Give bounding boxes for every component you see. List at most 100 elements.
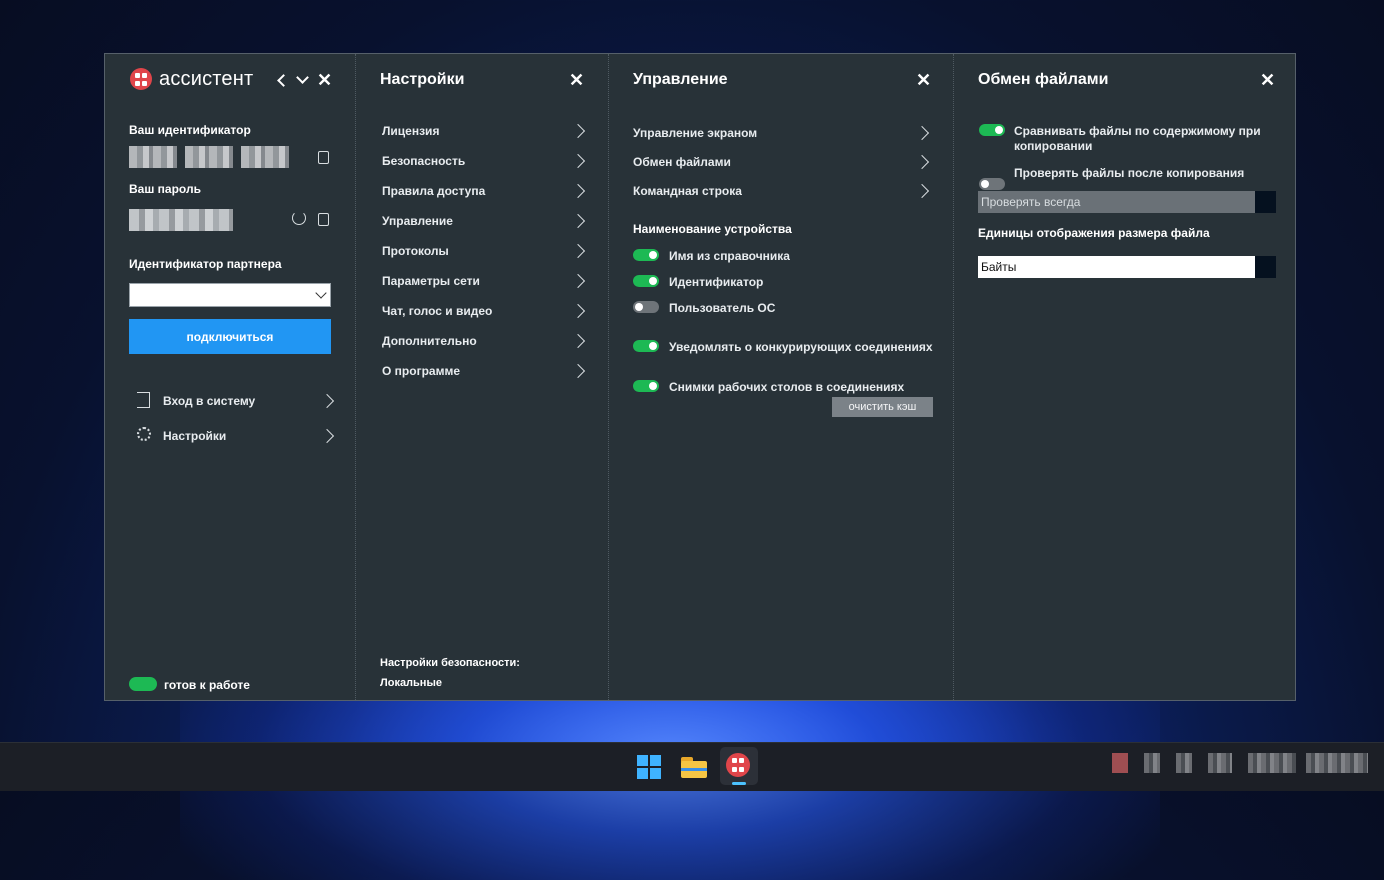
verify-files-toggle[interactable]	[979, 178, 1005, 190]
settings-item-label: Правила доступа	[382, 184, 486, 198]
compare-files-label-line1: Сравнивать файлы по содержимому при	[1014, 124, 1261, 138]
chevron-right-icon	[914, 125, 930, 141]
close-file-exchange-icon[interactable]: ✕	[1260, 71, 1275, 89]
chevron-down-icon	[315, 287, 327, 299]
device-name-toggle[interactable]	[633, 275, 659, 287]
settings-item-label: Безопасность	[382, 154, 466, 168]
device-name-toggle-label: Пользователь ОС	[669, 301, 776, 315]
settings-item-label: Протоколы	[382, 244, 449, 258]
settings-item-label: Дополнительно	[382, 334, 477, 348]
copy-id-icon[interactable]	[318, 151, 329, 164]
your-id-label: Ваш идентификатор	[129, 123, 251, 137]
settings-title: Настройки	[380, 71, 465, 88]
status-indicator	[129, 677, 157, 691]
collapse-icon[interactable]	[296, 71, 309, 84]
settings-item[interactable]: О программе	[380, 360, 590, 382]
chevron-right-icon	[570, 123, 586, 139]
settings-item[interactable]: Параметры сети	[380, 270, 590, 292]
settings-item[interactable]: Правила доступа	[380, 180, 590, 202]
copy-password-icon[interactable]	[318, 213, 329, 226]
partner-id-label: Идентификатор партнера	[129, 257, 282, 271]
snapshots-toggle[interactable]	[633, 380, 659, 392]
chevron-right-icon	[570, 153, 586, 169]
control-item[interactable]: Командная строка	[633, 180, 933, 202]
settings-item[interactable]: Дополнительно	[380, 330, 590, 352]
tray-icon-obscured[interactable]	[1208, 753, 1232, 773]
login-item[interactable]: Вход в систему	[129, 390, 339, 412]
device-name-toggle-row[interactable]: Имя из справочника	[633, 248, 933, 264]
verify-mode-select[interactable]: Проверять всегда	[978, 191, 1255, 213]
your-id-value-obscured	[241, 146, 289, 168]
device-name-toggle-row[interactable]: Пользователь ОС	[633, 300, 933, 316]
security-settings-label: Настройки безопасности:	[380, 657, 520, 669]
chevron-right-icon	[570, 243, 586, 259]
assistant-taskbar-button[interactable]	[720, 747, 758, 785]
active-indicator	[732, 782, 746, 785]
settings-item-label: Настройки	[163, 429, 227, 443]
gear-icon	[137, 427, 151, 441]
tray-icon-obscured[interactable]	[1144, 753, 1160, 773]
app-logo-icon	[130, 68, 152, 90]
partner-id-select[interactable]	[129, 283, 331, 307]
control-panel: Управление ✕ Управление экраном Обмен фай…	[608, 54, 953, 700]
snapshots-label: Снимки рабочих столов в соединениях	[669, 380, 905, 394]
your-id-value-obscured	[129, 146, 177, 168]
connect-button[interactable]: подключиться	[129, 319, 331, 354]
refresh-password-icon[interactable]	[292, 211, 306, 225]
app-brand: ассистент	[159, 68, 254, 90]
settings-item[interactable]: Безопасность	[380, 150, 590, 172]
chevron-right-icon	[319, 428, 335, 444]
clear-cache-button[interactable]: очистить кэш	[832, 397, 933, 417]
settings-item[interactable]: Чат, голос и видео	[380, 300, 590, 322]
tray-date-obscured[interactable]	[1306, 753, 1368, 773]
device-name-toggle[interactable]	[633, 249, 659, 261]
verify-mode-dropdown-icon[interactable]	[1255, 191, 1276, 213]
main-panel: ассистент ✕ Ваш идентификатор Ваш пароль…	[105, 54, 355, 700]
device-name-toggle[interactable]	[633, 301, 659, 313]
snapshots-toggle-row[interactable]: Снимки рабочих столов в соединениях	[633, 379, 933, 395]
your-password-label: Ваш пароль	[129, 182, 201, 196]
close-settings-icon[interactable]: ✕	[569, 71, 584, 89]
compare-files-toggle[interactable]	[979, 124, 1005, 136]
security-settings-value: Локальные	[380, 677, 442, 689]
control-item[interactable]: Управление экраном	[633, 122, 933, 144]
settings-item[interactable]: Протоколы	[380, 240, 590, 262]
settings-item-label: Чат, голос и видео	[382, 304, 493, 318]
settings-item[interactable]: Управление	[380, 210, 590, 232]
size-units-dropdown-icon[interactable]	[1255, 256, 1276, 278]
size-units-select[interactable]: Байты	[978, 256, 1255, 278]
settings-item-label: О программе	[382, 364, 461, 378]
tray-icon-obscured[interactable]	[1176, 753, 1192, 773]
chevron-right-icon	[570, 273, 586, 289]
settings-item-label: Лицензия	[382, 124, 440, 138]
chevron-right-icon	[570, 333, 586, 349]
chevron-right-icon	[570, 303, 586, 319]
close-icon[interactable]: ✕	[317, 71, 332, 89]
back-icon[interactable]	[277, 74, 290, 87]
compare-files-label-line2: копировании	[1014, 139, 1093, 153]
start-icon[interactable]	[635, 753, 663, 781]
chevron-right-icon	[319, 393, 335, 409]
file-explorer-icon[interactable]	[680, 753, 708, 781]
status-text: готов к работе	[164, 678, 250, 692]
notify-toggle-row[interactable]: Уведомлять о конкурирующих соединениях	[633, 339, 933, 355]
chevron-right-icon	[914, 183, 930, 199]
settings-item[interactable]: Настройки	[129, 425, 339, 447]
tray-clock-obscured[interactable]	[1248, 753, 1296, 773]
close-control-icon[interactable]: ✕	[916, 71, 931, 89]
settings-item[interactable]: Лицензия	[380, 120, 590, 142]
login-icon	[137, 392, 150, 408]
settings-item-label: Параметры сети	[382, 274, 480, 288]
login-item-label: Вход в систему	[163, 394, 256, 408]
device-name-toggle-label: Идентификатор	[669, 275, 764, 289]
chevron-right-icon	[570, 213, 586, 229]
control-title: Управление	[633, 71, 728, 88]
device-name-toggle-row[interactable]: Идентификатор	[633, 274, 933, 290]
size-units-label: Единицы отображения размера файла	[978, 226, 1210, 240]
control-item[interactable]: Обмен файлами	[633, 151, 933, 173]
chevron-right-icon	[570, 363, 586, 379]
tray-icon-obscured[interactable]	[1112, 753, 1128, 773]
assistant-taskbar-icon	[726, 753, 750, 777]
notify-label: Уведомлять о конкурирующих соединениях	[669, 340, 933, 354]
notify-toggle[interactable]	[633, 340, 659, 352]
